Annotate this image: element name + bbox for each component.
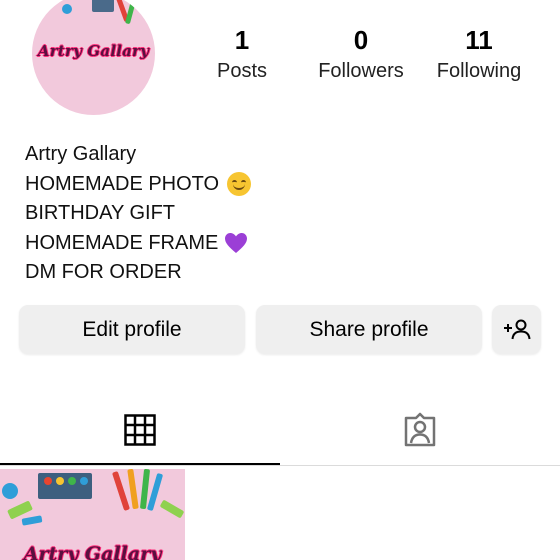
bio-line: BIRTHDAY GIFT — [25, 202, 176, 224]
paint-palette-decoration — [62, 4, 72, 14]
grid-icon — [124, 414, 156, 446]
purple-heart-icon — [225, 233, 248, 254]
paint-dot-decoration — [56, 477, 64, 485]
bio-line: HOMEMADE PHOTO — [25, 170, 252, 200]
profile-name: Artry Gallary — [25, 143, 137, 165]
following-stat[interactable]: 11 Following — [419, 24, 539, 86]
paint-dot-decoration — [2, 483, 18, 499]
followers-stat[interactable]: 0 Followers — [301, 24, 421, 86]
smiling-face-icon — [227, 172, 252, 197]
paper-clip-decoration — [21, 515, 43, 526]
tab-divider — [0, 465, 560, 466]
pencil-decoration — [124, 0, 137, 25]
tab-tagged[interactable] — [280, 395, 560, 465]
pencil-decoration — [127, 469, 139, 510]
posts-label: Posts — [216, 60, 268, 82]
paint-palette-decoration — [92, 0, 114, 12]
tagged-person-icon — [404, 412, 436, 447]
following-count: 11 — [465, 25, 493, 55]
bio-line: HOMEMADE FRAME — [25, 229, 251, 259]
paint-dot-decoration — [68, 477, 76, 485]
post-thumbnail[interactable]: Artry Gallary — [0, 469, 185, 560]
following-label: Following — [436, 60, 522, 82]
avatar-logo-text: Artry Gallary — [37, 42, 150, 60]
post-overlay-text: Artry Gallary — [23, 543, 162, 560]
bio-line: DM FOR ORDER — [25, 261, 182, 283]
profile-avatar[interactable]: Artry Gallary — [32, 0, 155, 115]
posts-count: 1 — [234, 25, 250, 55]
discover-people-button[interactable] — [492, 305, 541, 354]
paint-dot-decoration — [80, 477, 88, 485]
tab-posts-grid[interactable] — [0, 395, 280, 465]
profile-bio: Artry Gallary HOMEMADE PHOTO BIRTHDAY GI… — [25, 140, 252, 288]
edit-profile-button[interactable]: Edit profile — [19, 305, 245, 354]
followers-label: Followers — [318, 60, 404, 82]
posts-stat[interactable]: 1 Posts — [182, 24, 302, 86]
add-person-icon — [503, 319, 530, 339]
paint-dot-decoration — [44, 477, 52, 485]
share-profile-button[interactable]: Share profile — [256, 305, 482, 354]
followers-count: 0 — [353, 25, 369, 55]
paper-clip-decoration — [159, 499, 185, 519]
